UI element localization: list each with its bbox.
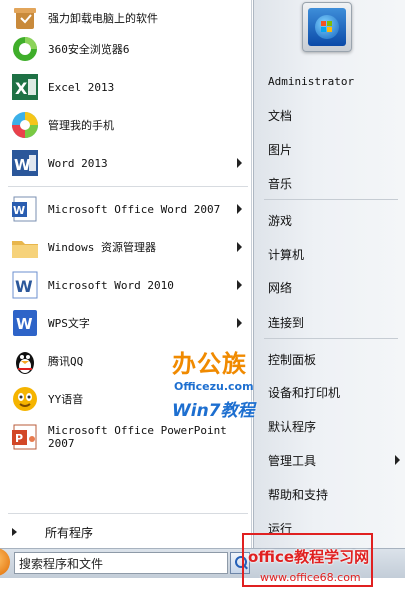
search-input[interactable]: 搜索程序和文件 [14,552,228,574]
program-powerpoint-2007[interactable]: P Microsoft Office PowerPoint 2007 [6,419,250,455]
link-label: Administrator [268,74,355,88]
link-devices-printers[interactable]: 设备和打印机 [268,382,398,402]
program-word-2007[interactable]: W Microsoft Office Word 2007 [6,191,250,227]
program-label: Windows 资源管理器 [48,240,156,254]
link-run[interactable]: 运行 [268,518,398,538]
qq-penguin-icon [10,346,40,376]
program-word-2013[interactable]: W Word 2013 [6,145,250,181]
yy-voice-icon [10,384,40,414]
powerpoint-icon: P [10,422,40,452]
user-picture[interactable] [302,2,352,52]
360-browser-icon [10,34,40,64]
svg-text:X: X [15,79,28,98]
link-label: 图片 [268,142,293,157]
phone-manager-icon [10,110,40,140]
excel-icon: X [10,72,40,102]
submenu-arrow-icon[interactable] [237,204,242,214]
separator [264,338,398,339]
word-icon: W [10,148,40,178]
explorer-folder-icon [10,232,40,262]
windows-flag-icon [321,21,333,33]
link-label: 控制面板 [268,352,317,367]
program-label: Microsoft Word 2010 [48,278,174,292]
link-label: 计算机 [268,247,305,262]
link-help-support[interactable]: 帮助和支持 [268,484,398,504]
submenu-arrow-icon [395,455,400,465]
link-label: 默认程序 [268,419,317,434]
svg-text:W: W [13,204,25,217]
link-label: 连接到 [268,315,305,330]
program-label: 强力卸载电脑上的软件 [48,11,158,25]
svg-text:W: W [16,315,33,333]
program-360-browser[interactable]: 360安全浏览器6 [6,31,250,67]
svg-text:W: W [14,156,31,174]
program-yy-voice[interactable]: YY语音 [6,381,250,417]
program-label: WPS文字 [48,316,90,330]
search-icon[interactable] [230,552,250,574]
program-label: 360安全浏览器6 [48,42,130,56]
link-computer[interactable]: 计算机 [268,244,398,264]
link-label: 管理工具 [268,453,317,468]
link-default-programs[interactable]: 默认程序 [268,416,398,436]
program-label: 腾讯QQ [48,354,84,368]
link-control-panel[interactable]: 控制面板 [268,349,398,369]
link-documents[interactable]: 文档 [268,105,398,125]
program-label: Microsoft Office PowerPoint 2007 [48,424,227,450]
link-label: 文档 [268,108,293,123]
svg-text:P: P [15,432,23,445]
program-label: YY语音 [48,392,84,406]
link-games[interactable]: 游戏 [268,210,398,230]
svg-text:W: W [15,277,33,296]
submenu-arrow-icon[interactable] [237,318,242,328]
link-label: 帮助和支持 [268,487,329,502]
link-network[interactable]: 网络 [268,277,398,297]
uninstaller-icon [10,3,40,33]
link-label: 游戏 [268,213,293,228]
start-menu-program-list: 强力卸载电脑上的软件 360安全浏览器6 X Excel 2013 管理我的手机… [0,0,252,548]
start-menu-right-pane: Administrator 文档 图片 音乐 游戏 计算机 网络 连接到 控制面… [253,0,405,548]
program-word-2010[interactable]: W Microsoft Word 2010 [6,267,250,303]
page-margin [0,578,405,597]
submenu-arrow-icon[interactable] [237,158,242,168]
submenu-arrow-icon[interactable] [237,242,242,252]
separator [264,199,398,200]
link-label: 设备和打印机 [268,385,341,400]
separator [8,513,248,514]
expand-arrow-icon [12,528,17,536]
program-windows-explorer[interactable]: Windows 资源管理器 [6,229,250,265]
program-qq[interactable]: 腾讯QQ [6,343,250,379]
word-2010-icon: W [10,270,40,300]
link-connect-to[interactable]: 连接到 [268,312,398,332]
link-label: 音乐 [268,176,293,191]
user-picture-frame [308,8,346,46]
program-label: Excel 2013 [48,80,115,94]
submenu-arrow-icon[interactable] [237,280,242,290]
link-administrator[interactable]: Administrator [268,71,398,91]
program-wps[interactable]: W WPS文字 [6,305,250,341]
program-label: 管理我的手机 [48,118,114,132]
program-phone-manager[interactable]: 管理我的手机 [6,107,250,143]
link-admin-tools[interactable]: 管理工具 [268,450,400,470]
word-2007-icon: W [10,194,40,224]
link-pictures[interactable]: 图片 [268,139,398,159]
program-label: Microsoft Office Word 2007 [48,202,221,216]
program-label: Word 2013 [48,156,108,170]
all-programs-label: 所有程序 [45,525,94,540]
all-programs-button[interactable]: 所有程序 [6,520,250,544]
wps-icon: W [10,308,40,338]
link-label: 网络 [268,280,293,295]
program-excel-2013[interactable]: X Excel 2013 [6,69,250,105]
separator [8,186,248,187]
link-music[interactable]: 音乐 [268,173,398,193]
link-label: 运行 [268,521,293,536]
search-placeholder: 搜索程序和文件 [19,556,104,571]
